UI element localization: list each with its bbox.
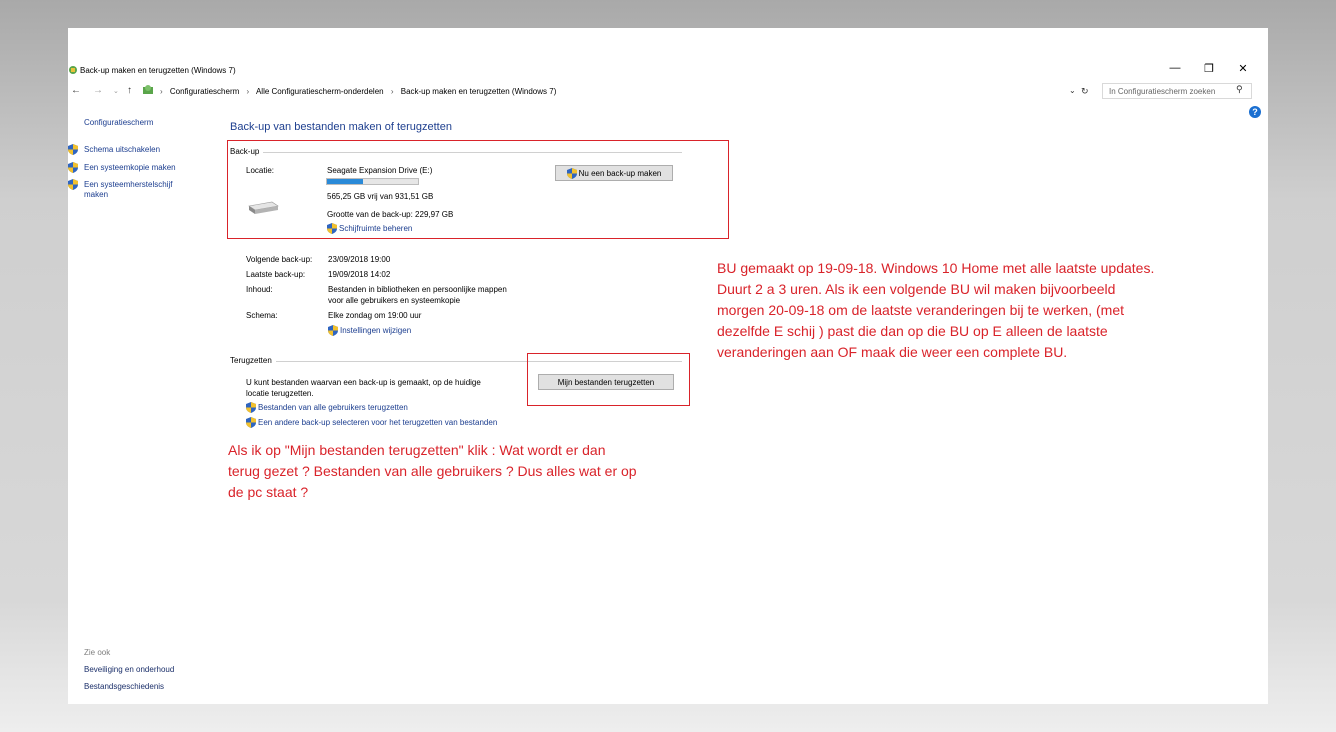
next-backup-label: Volgende back-up: xyxy=(246,255,313,264)
last-backup-label: Laatste back-up: xyxy=(246,270,306,279)
sidebar-item-schema-uitschakelen[interactable]: Schema uitschakelen xyxy=(84,145,160,154)
annotation-box-restore-button xyxy=(527,353,690,406)
restore-button[interactable]: ❐ xyxy=(1199,62,1219,75)
note-line: Als ik op "Mijn bestanden terugzetten" k… xyxy=(228,442,606,458)
breadcrumb-item[interactable]: Back-up maken en terugzetten (Windows 7) xyxy=(401,87,557,96)
schedule-value: Elke zondag om 19:00 uur xyxy=(328,311,422,320)
note-line: morgen 20-09-18 om de laatste veranderin… xyxy=(717,302,1124,318)
note-line: de pc staat ? xyxy=(228,484,309,500)
control-panel-window: Back-up maken en terugzetten (Windows 7)… xyxy=(68,28,1268,704)
annotation-note-bottom: Als ik op "Mijn bestanden terugzetten" k… xyxy=(228,440,637,503)
last-backup-value: 19/09/2018 14:02 xyxy=(328,270,391,279)
shield-icon xyxy=(68,162,78,173)
restore-text-line1: U kunt bestanden waarvan een back-up is … xyxy=(246,378,481,387)
restore-group-label: Terugzetten xyxy=(230,356,276,365)
next-backup-value: 23/09/2018 19:00 xyxy=(328,255,391,264)
annotation-box-backup xyxy=(227,140,729,239)
content-label: Inhoud: xyxy=(246,285,273,294)
sidebar-item-systeemkopie[interactable]: Een systeemkopie maken xyxy=(84,163,176,172)
minimize-button[interactable]: — xyxy=(1165,62,1185,74)
back-arrow-icon[interactable]: ← xyxy=(71,85,81,96)
shield-icon xyxy=(68,144,78,155)
schedule-label: Schema: xyxy=(246,311,278,320)
select-other-backup-link[interactable]: Een andere back-up selecteren voor het t… xyxy=(258,418,497,427)
shield-icon xyxy=(246,417,256,428)
window-title: Back-up maken en terugzetten (Windows 7) xyxy=(80,66,236,75)
see-also-link-bestandsgeschiedenis[interactable]: Bestandsgeschiedenis xyxy=(84,682,164,691)
content-value-line1: Bestanden in bibliotheken en persoonlijk… xyxy=(328,285,507,294)
note-line: Duurt 2 a 3 uren. Als ik een volgende BU… xyxy=(717,281,1116,297)
shield-icon xyxy=(328,325,338,336)
forward-arrow-icon[interactable]: → xyxy=(93,85,103,96)
see-also-link-beveiliging[interactable]: Beveiliging en onderhoud xyxy=(84,665,174,674)
control-panel-icon xyxy=(143,85,153,94)
breadcrumb-item[interactable]: Configuratiescherm xyxy=(170,87,239,96)
shield-icon xyxy=(68,179,78,190)
content-value-line2: voor alle gebruikers en systeemkopie xyxy=(328,296,461,305)
sidebar-home-link[interactable]: Configuratiescherm xyxy=(84,118,153,127)
address-dropdown-icon[interactable]: ⌄ xyxy=(1069,86,1076,95)
note-line: dezelfde E schij ) past die dan op die B… xyxy=(717,323,1108,339)
help-icon[interactable]: ? xyxy=(1249,106,1261,118)
note-line: veranderingen aan OF maak die weer een c… xyxy=(717,344,1068,360)
sidebar-item-systeemherstelschijf[interactable]: Een systeemherstelschijf maken xyxy=(84,180,194,200)
note-line: terug gezet ? Bestanden van alle gebruik… xyxy=(228,463,637,479)
see-also-heading: Zie ook xyxy=(84,648,111,657)
shield-icon xyxy=(246,402,256,413)
recent-dropdown-icon[interactable]: ⌄ xyxy=(113,87,119,95)
page-title: Back-up van bestanden maken of terugzett… xyxy=(230,121,452,133)
annotation-note-right: BU gemaakt op 19-09-18. Windows 10 Home … xyxy=(717,258,1154,363)
backup-app-icon xyxy=(69,66,77,74)
breadcrumb-item[interactable]: Alle Configuratiescherm-onderdelen xyxy=(256,87,384,96)
restore-text-line2: locatie terugzetten. xyxy=(246,389,314,398)
search-input[interactable]: In Configuratiescherm zoeken xyxy=(1102,83,1252,99)
change-settings-link[interactable]: Instellingen wijzigen xyxy=(340,326,411,335)
note-line: BU gemaakt op 19-09-18. Windows 10 Home … xyxy=(717,260,1155,276)
restore-all-users-link[interactable]: Bestanden van alle gebruikers terugzette… xyxy=(258,403,408,412)
refresh-icon[interactable]: ↻ xyxy=(1081,86,1089,97)
breadcrumb: › Configuratiescherm › Alle Configuratie… xyxy=(160,87,557,96)
search-icon[interactable]: ⚲ xyxy=(1236,84,1243,95)
close-button[interactable]: ✕ xyxy=(1233,62,1253,75)
up-arrow-icon[interactable]: ↑ xyxy=(127,85,132,96)
